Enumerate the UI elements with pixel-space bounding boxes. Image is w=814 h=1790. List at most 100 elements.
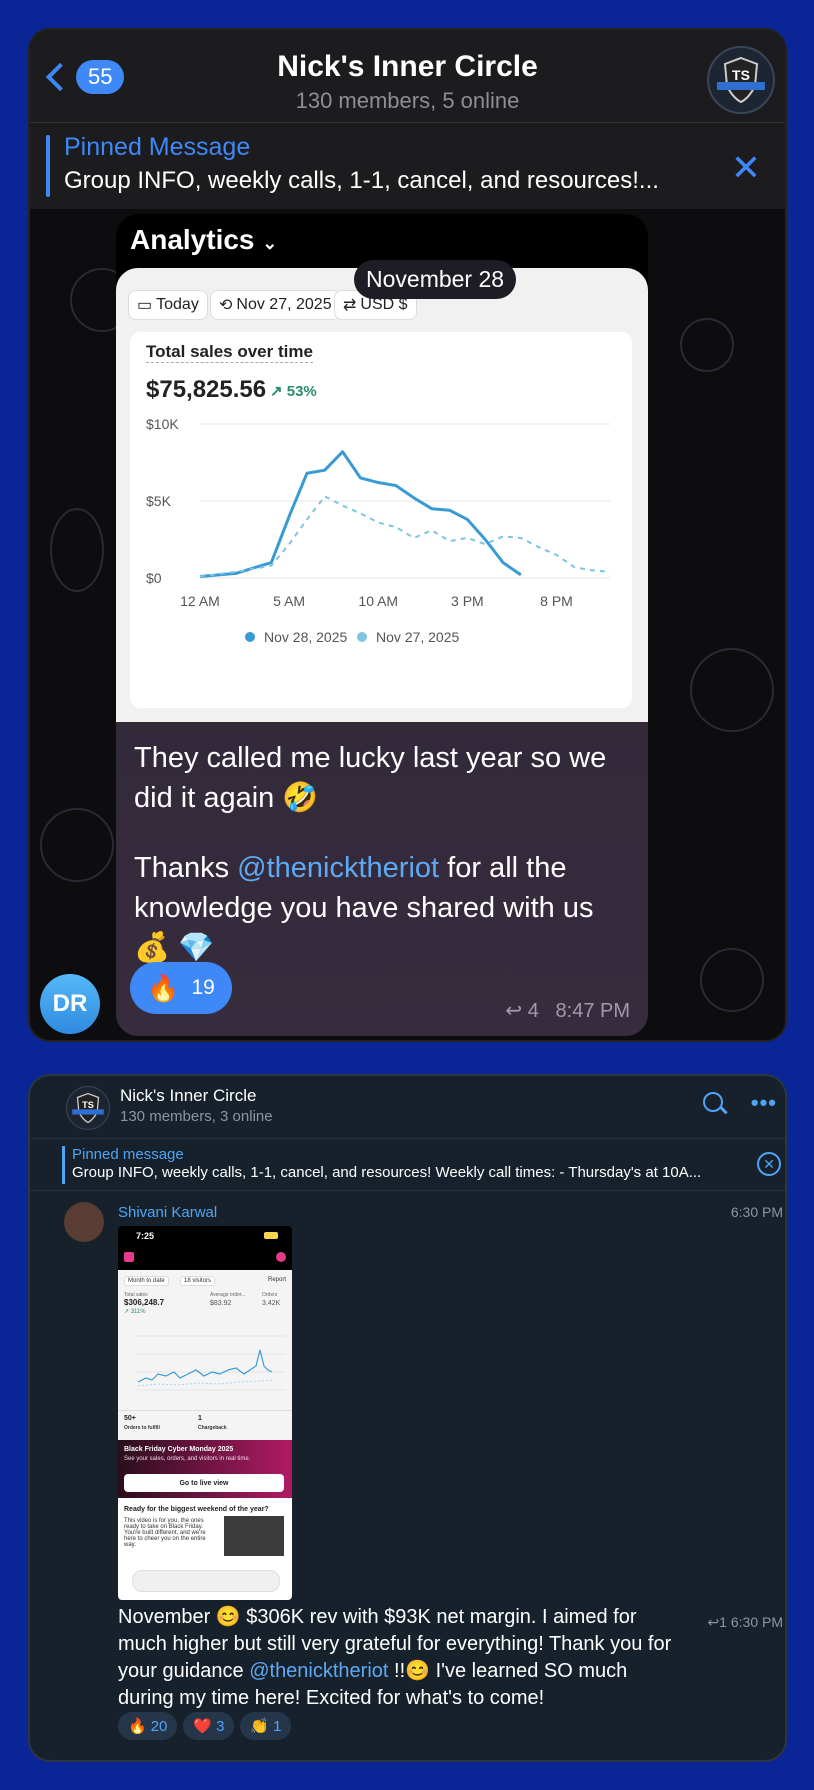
message-meta: ↩1 6:30 PM [707, 1614, 783, 1631]
legend-dot [245, 632, 255, 642]
orders-fulfill-label: Orders to fulfill [124, 1425, 160, 1431]
pinned-message-bar[interactable]: Pinned Message Group INFO, weekly calls,… [30, 122, 785, 209]
black-friday-banner: Black Friday Cyber Monday 2025 See your … [118, 1440, 292, 1498]
telegram-chat-window-bottom: TS Nick's Inner Circle 130 members, 3 on… [28, 1074, 787, 1762]
x-tick-label: 3 PM [451, 593, 484, 609]
reply-count: 4 [527, 1000, 539, 1022]
pinned-indicator [46, 135, 50, 197]
chat-subtitle: 130 members, 5 online [295, 88, 520, 113]
x-tick-label: 12 AM [180, 593, 220, 609]
app-icon [124, 1252, 134, 1262]
message-time: 8:47 PM [555, 1000, 630, 1022]
message-time: 6:30 PM [730, 1614, 783, 1630]
reply-icon: ↩ [505, 1000, 523, 1022]
calendar-icon: ▭ [137, 297, 153, 314]
series-line-1 [199, 450, 522, 578]
live-view-button: Go to live view [124, 1474, 284, 1492]
message-photo[interactable]: 7:25 Month to date 18 visitors Report To… [118, 1226, 292, 1600]
ready-text: This video is for you, the ones ready to… [124, 1518, 206, 1548]
total-sales-change: ↗ 311% [124, 1309, 146, 1315]
close-circle-icon[interactable]: ✕ [757, 1152, 781, 1176]
sender-name[interactable]: Shivani Karwal [118, 1204, 217, 1221]
pill-label: Today [156, 296, 199, 313]
group-avatar[interactable]: TS [66, 1086, 110, 1130]
reaction-clap[interactable]: 👏 1 [240, 1712, 292, 1740]
svg-text:TS: TS [82, 1100, 94, 1110]
reaction-heart[interactable]: ❤️ 3 [183, 1712, 235, 1740]
doodle-circle [690, 648, 774, 732]
pinned-text: Group INFO, weekly calls, 1-1, cancel, a… [64, 167, 659, 194]
aov-value: $83.92 [210, 1300, 232, 1307]
shield-logo-icon: TS [72, 1092, 104, 1124]
message-thanks: Thanks @thenicktheriot for all the knowl… [134, 848, 634, 928]
message-bubble[interactable]: Analytics ⌄ ▭ Today ⟲ Nov 27, 2025 ⇄ USD… [116, 214, 648, 1036]
aov-label: Average order... [210, 1292, 246, 1298]
reaction-count: 1 [273, 1717, 282, 1735]
x-tick-label: 10 AM [358, 593, 398, 609]
reactions-row: 🔥 20 ❤️ 3 👏 1 [118, 1712, 292, 1740]
doodle-circle [680, 318, 734, 372]
phone-nav-bar [132, 1570, 280, 1592]
heart-emoji: ❤️ [193, 1718, 213, 1735]
chat-header: TS Nick's Inner Circle 130 members, 3 on… [30, 1076, 785, 1139]
user-mention[interactable]: @thenicktheriot [249, 1660, 388, 1682]
video-thumbnail [224, 1516, 284, 1556]
orders-value: 3.42K [262, 1300, 281, 1307]
search-icon[interactable] [703, 1092, 723, 1112]
sales-line-chart: $10K $5K $0 12 AM 5 AM 10 AM 3 PM 8 PM Nov 28, 2… [146, 416, 611, 645]
filter-pill: Month to date [124, 1276, 169, 1286]
doodle-circle [50, 508, 104, 592]
compare-date-pill: ⟲ Nov 27, 2025 [210, 290, 341, 320]
reply-count: 1 [719, 1614, 727, 1630]
legend-label: Nov 27, 2025 [376, 629, 459, 645]
avatar [276, 1252, 286, 1262]
message-text: They called me lucky last year so we did… [134, 738, 634, 968]
y-tick-label: $0 [146, 570, 162, 586]
more-icon[interactable]: ••• [751, 1090, 777, 1116]
orders-fulfill-value: 50+ [124, 1415, 136, 1422]
close-icon[interactable]: ✕ [731, 147, 761, 189]
fire-emoji: 🔥 [128, 1718, 147, 1735]
reaction-count: 3 [216, 1717, 225, 1735]
sender-avatar[interactable] [64, 1202, 104, 1242]
phone-sales-chart [136, 1335, 286, 1391]
sender-avatar[interactable]: DR [40, 974, 100, 1034]
total-sales-value: $306,248.7 [124, 1298, 165, 1307]
phone-status-time: 7:25 [136, 1231, 155, 1241]
legend-label: Nov 28, 2025 [264, 629, 347, 645]
y-tick-label: $10K [146, 416, 179, 432]
message-meta: ↩ 4 8:47 PM [505, 998, 630, 1023]
y-tick-label: $5K [146, 493, 172, 509]
analytics-screenshot: ▭ Today ⟲ Nov 27, 2025 ⇄ USD $ Total sal… [116, 268, 648, 722]
x-tick-label: 8 PM [540, 593, 573, 609]
reply-icon: ↩ [707, 1614, 720, 1630]
reaction-count: 20 [150, 1717, 168, 1735]
doodle-circle [700, 948, 764, 1012]
orders-label: Orders [262, 1292, 278, 1298]
reaction-fire[interactable]: 🔥 19 [130, 962, 232, 1014]
sales-card-title: Total sales over time [146, 342, 313, 363]
phone-analytics-screen: Month to date 18 visitors Report Total s… [118, 1270, 292, 1440]
chargeback-value: 1 [198, 1415, 202, 1422]
doodle-circle [40, 808, 114, 882]
chat-title[interactable]: Nick's Inner Circle [120, 1086, 256, 1106]
ready-title: Ready for the biggest weekend of the yea… [124, 1506, 269, 1513]
group-avatar[interactable]: TS [707, 46, 775, 114]
message-line: They called me lucky last year so we did… [134, 742, 607, 814]
clap-emoji: 👏 [250, 1718, 270, 1735]
pinned-text: Group INFO, weekly calls, 1-1, cancel, a… [72, 1164, 702, 1181]
date-separator: November 28 [354, 260, 517, 299]
battery-icon [264, 1232, 278, 1239]
chargeback-label: Chargeback [198, 1425, 227, 1431]
pill-label: Nov 27, 2025 [236, 296, 332, 313]
orders-fulfill-row: 50+ Orders to fulfill 1 Chargeback [118, 1410, 292, 1441]
chat-subtitle: 130 members, 3 online [120, 1108, 273, 1125]
sales-total: $75,825.56 [146, 376, 267, 403]
reaction-fire[interactable]: 🔥 20 [118, 1712, 178, 1740]
sales-change-value: 53% [286, 383, 317, 400]
report-link: Report [267, 1277, 286, 1283]
pinned-title: Pinned message [72, 1146, 184, 1163]
pinned-message-bar[interactable]: Pinned message Group INFO, weekly calls,… [30, 1138, 785, 1191]
chat-title[interactable]: Nick's Inner Circle [30, 50, 785, 84]
user-mention[interactable]: @thenicktheriot [237, 852, 439, 884]
